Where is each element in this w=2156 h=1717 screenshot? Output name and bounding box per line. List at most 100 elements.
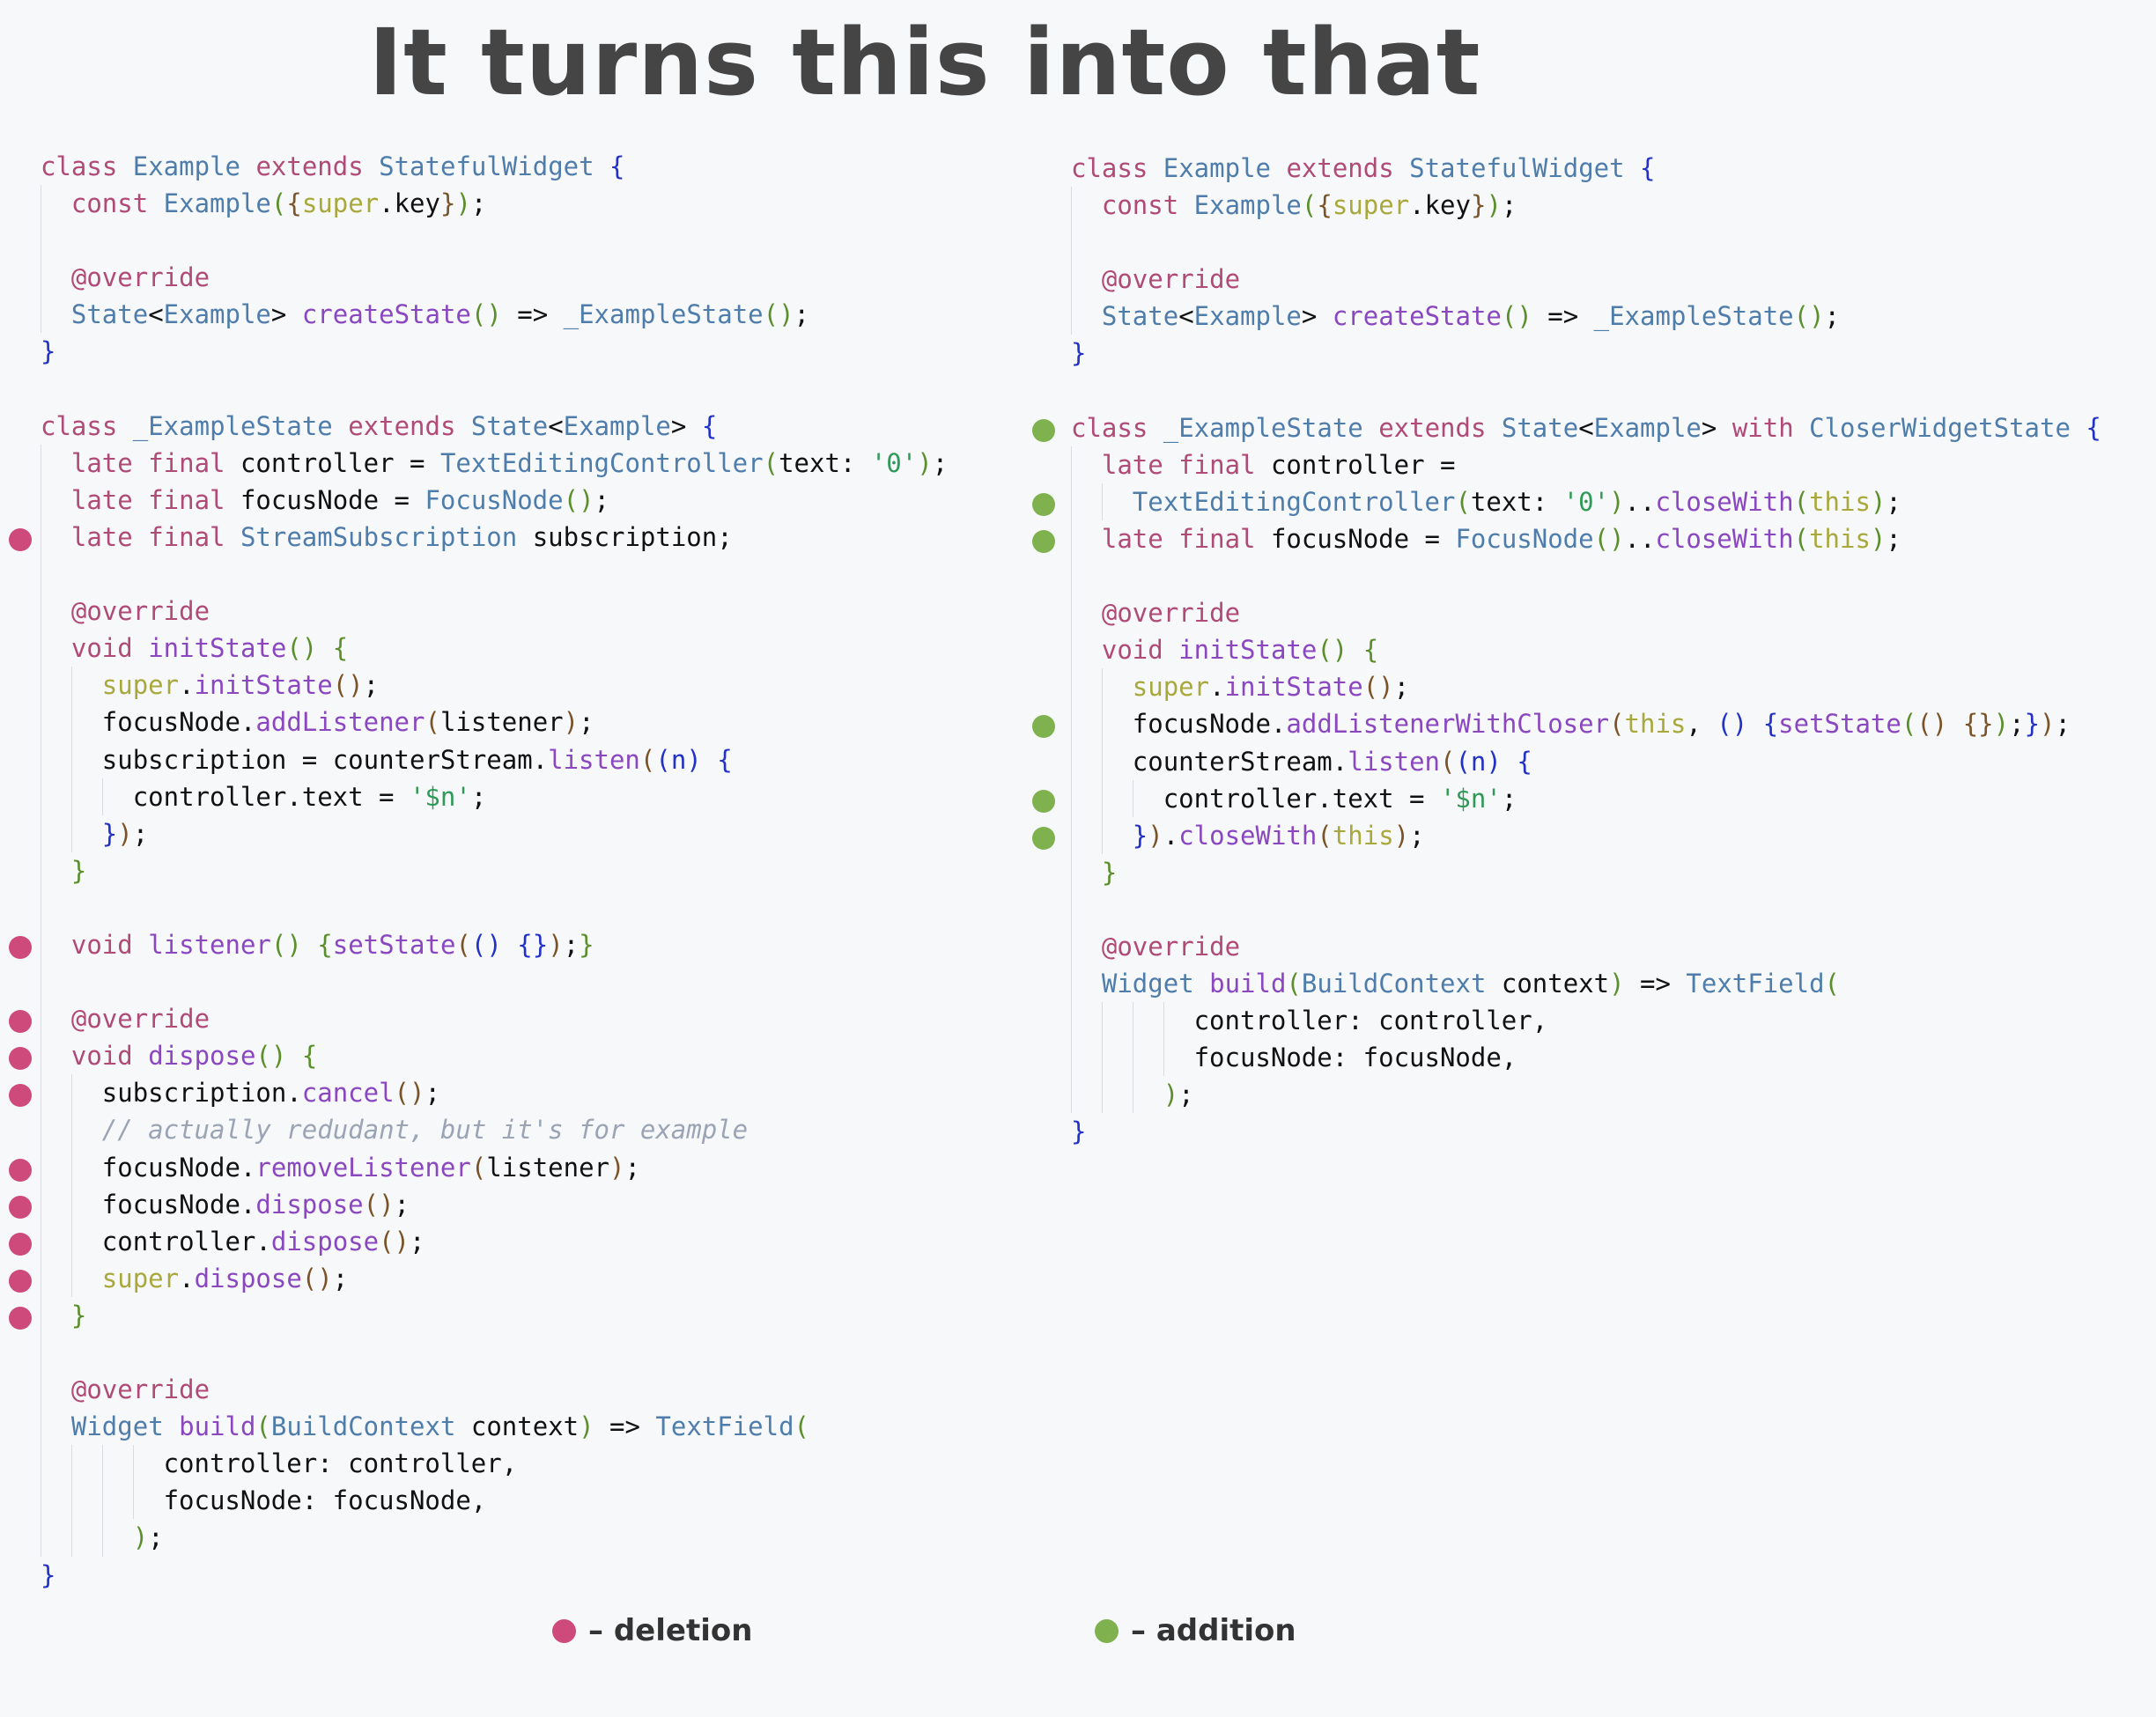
code-token: ; <box>148 1522 164 1553</box>
code-token: setState <box>332 929 456 960</box>
code-line: class Example extends StatefulWidget { <box>41 148 948 185</box>
code-text: } <box>41 1560 55 1590</box>
code-token: initState <box>1178 635 1318 666</box>
indent-guide <box>1071 224 1072 262</box>
code-token: dispose <box>255 1189 364 1220</box>
code-text: @override <box>41 262 210 292</box>
code-token: late final <box>70 447 240 478</box>
code-text: State<Example> createState() => _Example… <box>1071 301 1840 331</box>
code-token: ) <box>917 447 933 478</box>
code-line: super.initState(); <box>1071 668 2101 706</box>
code-text: const Example({super.key}); <box>41 188 486 218</box>
deletion-marker-icon <box>9 1047 32 1071</box>
indent-guide <box>70 704 72 741</box>
code-text: } <box>41 1301 86 1330</box>
code-token: ; <box>470 781 487 812</box>
code-token: () <box>1317 635 1363 666</box>
code-token: addListenerWithCloser <box>1286 709 1610 740</box>
code-token: initState <box>148 633 287 664</box>
code-line: State<Example> createState() => _Example… <box>41 296 948 334</box>
legend-addition: – addition <box>1095 1611 1296 1650</box>
code-token: () <box>301 1263 333 1293</box>
code-token: createState <box>301 299 471 330</box>
code-token: { <box>701 410 718 441</box>
code-token: ( <box>1440 746 1456 777</box>
code-token: ; <box>394 1189 410 1220</box>
code-token: < <box>1578 412 1594 443</box>
indent-guide <box>1101 779 1103 817</box>
code-line <box>1071 224 2101 262</box>
code-text: controller.text = '$n'; <box>1071 784 1517 814</box>
code-token: late final <box>1101 523 1271 554</box>
indent-guide <box>70 777 72 815</box>
code-token: { <box>1362 635 1379 666</box>
code-token: controller: controller, <box>1193 1006 1548 1036</box>
code-token: ) <box>132 1522 149 1553</box>
code-token: } <box>41 336 56 367</box>
code-text: class _ExampleState extends State<Exampl… <box>1071 413 2101 443</box>
code-line: class _ExampleState extends State<Exampl… <box>41 408 948 445</box>
deletion-marker-icon <box>9 1195 32 1219</box>
code-token: ) <box>1148 820 1163 851</box>
code-token: ( <box>470 1152 487 1183</box>
code-token: ; <box>1409 820 1425 851</box>
code-token: listen <box>548 744 640 775</box>
code-token: ; <box>932 447 949 478</box>
code-line: // actually redudant, but it's for examp… <box>41 1111 948 1149</box>
indent-guide <box>1071 927 1072 966</box>
code-line: controller.dispose(); <box>9 1222 948 1260</box>
code-line: } <box>1071 853 2101 891</box>
code-text: const Example({super.key}); <box>1071 190 1517 220</box>
code-text: controller.dispose(); <box>41 1227 425 1256</box>
code-token: ) <box>1393 820 1410 851</box>
indent-guide <box>70 1445 72 1483</box>
code-token: < <box>548 410 564 441</box>
indent-guide <box>132 1445 134 1483</box>
code-line: @override <box>41 259 948 297</box>
code-text: focusNode.addListener(listener); <box>41 707 594 737</box>
code-token: { <box>1517 746 1532 777</box>
code-token: '$n' <box>409 781 471 812</box>
code-text: @override <box>1071 932 1240 962</box>
code-token: subscription. <box>101 1078 302 1109</box>
deletion-marker-icon <box>9 527 32 551</box>
code-token: '0' <box>870 447 918 478</box>
code-token: TextField <box>655 1411 794 1442</box>
indent-guide <box>1071 742 1072 780</box>
code-token: > <box>670 410 702 441</box>
code-text: late final StreamSubscription subscripti… <box>41 522 733 552</box>
code-token: @override <box>1101 264 1241 295</box>
code-token: BuildContext <box>1301 969 1502 999</box>
code-token: { <box>301 1041 318 1072</box>
code-token: dispose <box>194 1263 302 1293</box>
code-token: focusNode = <box>1270 523 1456 554</box>
code-token: State <box>1101 301 1179 332</box>
code-token: removeListener <box>255 1152 471 1183</box>
code-line: late final StreamSubscription subscripti… <box>9 518 948 556</box>
code-token: < <box>1178 301 1194 332</box>
code-token: controller = <box>240 447 440 478</box>
code-token: () <box>470 299 502 330</box>
code-text: } <box>41 336 55 366</box>
code-token: TextField <box>1686 969 1825 999</box>
code-text: @override <box>41 1374 210 1404</box>
code-line: Widget build(BuildContext context) => Te… <box>41 1408 948 1446</box>
deletion-marker-icon <box>552 1618 576 1643</box>
before-code-panel: class Example extends StatefulWidget {co… <box>9 148 949 1594</box>
code-token: ) <box>117 818 133 849</box>
indent-guide <box>1101 742 1103 780</box>
deletion-marker-icon <box>9 1158 32 1182</box>
code-text: } <box>1071 1116 1086 1146</box>
code-text: void initState() { <box>41 633 348 663</box>
code-token: focusNode. <box>1132 709 1287 740</box>
code-token: ) <box>563 707 580 738</box>
code-token: ( <box>794 1411 810 1442</box>
indent-guide <box>70 1222 72 1260</box>
code-line: ); <box>1071 1076 2101 1114</box>
code-line <box>41 963 948 1001</box>
indent-guide <box>70 1185 72 1223</box>
code-token: late final <box>70 521 240 552</box>
code-text: } <box>41 856 86 886</box>
code-token: StatefulWidget <box>1409 153 1641 183</box>
